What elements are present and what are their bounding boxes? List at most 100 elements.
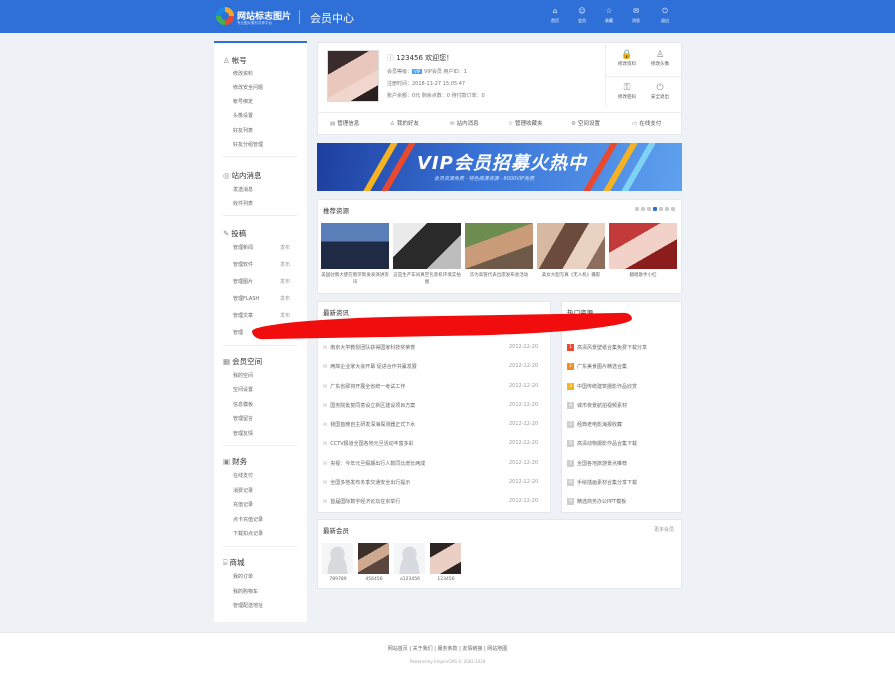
sidebar-item[interactable]: 头像设置: [233, 112, 253, 119]
news-row[interactable]: ✉ 南京大学教授团队获得国家科技奖荣誉 2012-12-20: [323, 344, 545, 351]
sidebar-item[interactable]: 好友列表: [233, 127, 253, 134]
avatar[interactable]: [327, 50, 379, 102]
rank-badge: 5: [567, 421, 574, 428]
more-visitors-link[interactable]: 更多会员: [654, 526, 674, 533]
news-row[interactable]: ✉ 两岸企业家大会开幕 促进合作共赢发展 2012-12-20: [323, 363, 545, 370]
hot-row[interactable]: 7 全国各地旅游景点推荐: [567, 460, 677, 467]
visitor-avatar[interactable]: [358, 543, 389, 574]
news-row[interactable]: ✉ 广东省即将开展全省统一考试工作 2012-12-20: [323, 383, 545, 390]
sidebar-item[interactable]: 发送消息: [233, 186, 253, 193]
sidebar-item[interactable]: 管理软件: [233, 261, 253, 268]
recommend-caption[interactable]: 这是生产车间真空包装机环境实拍图: [393, 272, 461, 286]
sidebar-item[interactable]: 管理友情: [233, 430, 253, 437]
footer-links[interactable]: 网站首页 | 关于我们 | 服务条款 | 友情链接 | 网站地图: [0, 645, 895, 652]
sidebar-item[interactable]: 下载扣点记录: [233, 530, 263, 537]
nav-messages[interactable]: ✉ 消息: [624, 7, 648, 24]
visitor-avatar[interactable]: [322, 543, 353, 574]
sidebar-item[interactable]: 管理配送地址: [233, 602, 263, 609]
sidebar-publish-link[interactable]: 发布: [280, 312, 290, 319]
recommend-caption[interactable]: 翻唱歌手小红: [609, 272, 677, 279]
hot-row[interactable]: 9 精选商务办公PPT模板: [567, 498, 677, 505]
carousel-dot[interactable]: [635, 207, 639, 211]
sidebar-item[interactable]: 消费记录: [233, 487, 253, 494]
my-friends-button[interactable]: ♙ 我的好友: [390, 119, 419, 127]
sidebar-item[interactable]: 帐号绑定: [233, 98, 253, 105]
carousel-dot[interactable]: [671, 207, 675, 211]
hot-row[interactable]: 5 经典老电影海报收藏: [567, 421, 677, 428]
recommend-photo[interactable]: [537, 223, 605, 269]
sidebar-item[interactable]: 管理新闻: [233, 244, 253, 251]
hot-row[interactable]: 6 高清动物摄影作品合集下载: [567, 440, 677, 447]
sidebar-publish-link[interactable]: 发布: [280, 295, 290, 302]
carousel-dot[interactable]: [641, 207, 645, 211]
sidebar-publish-link[interactable]: 发布: [280, 244, 290, 251]
visitor-name[interactable]: a123456: [391, 577, 429, 582]
sidebar-item[interactable]: 我的购物车: [233, 588, 258, 595]
edit-avatar-button[interactable]: ♙ 修改头像: [638, 50, 682, 67]
sidebar-item[interactable]: 在线支付: [233, 472, 253, 479]
hot-row[interactable]: 3 中国传统建筑摄影作品欣赏: [567, 383, 677, 390]
news-row[interactable]: ✉ 全国多地发布冬季交通安全出行提示 2012-12-20: [323, 479, 545, 486]
hot-row[interactable]: 1 高清风景壁纸合集免费下载分享: [567, 344, 677, 351]
site-logo[interactable]: [216, 7, 234, 25]
carousel-dot[interactable]: [665, 207, 669, 211]
sidebar-item[interactable]: 好友分组管理: [233, 141, 263, 148]
nav-member[interactable]: ☺ 会员: [570, 7, 594, 24]
sidebar-item[interactable]: 充值记录: [233, 501, 253, 508]
sidebar-item[interactable]: 点卡充值记录: [233, 516, 263, 523]
visitor-name[interactable]: 123456: [427, 577, 465, 582]
visitor-name[interactable]: 789789: [319, 577, 357, 582]
nav-logout[interactable]: ⏻ 退出: [653, 7, 677, 24]
recommend-photo[interactable]: [609, 223, 677, 269]
user-greeting: ⓘ 123456 欢迎您！: [387, 54, 454, 62]
manage-favorites-button[interactable]: ☆ 管理收藏夹: [508, 119, 542, 127]
news-row[interactable]: ✉ 央视：今年元旦假期出行人数同比增长两成 2012-12-20: [323, 460, 545, 467]
hot-row[interactable]: 2 广东美食图片精选合集: [567, 363, 677, 370]
recommend-caption[interactable]: 华为高管代表出席发布会活动: [465, 272, 533, 279]
sidebar-item[interactable]: 管理图片: [233, 278, 253, 285]
sidebar-item[interactable]: 空间设置: [233, 386, 253, 393]
sidebar-publish-link[interactable]: 发布: [280, 261, 290, 268]
rank-badge: 3: [567, 383, 574, 390]
sidebar-item[interactable]: 管理: [233, 329, 243, 336]
rank-badge: 7: [567, 460, 574, 467]
sidebar-item[interactable]: 我的空间: [233, 372, 253, 379]
hot-row[interactable]: 8 手绘插画素材合集分享下载: [567, 479, 677, 486]
news-row[interactable]: ✉ 首届国际数字经济论坛在京举行 2012-12-20: [323, 498, 545, 505]
edit-icon: ✎: [223, 229, 230, 238]
sidebar-item[interactable]: 修改资料: [233, 70, 253, 77]
recommend-caption[interactable]: 美女大胆写真《无人机》摄影: [537, 272, 605, 279]
manage-info-button[interactable]: ▤ 管理信息: [330, 119, 359, 127]
recommend-photo[interactable]: [393, 223, 461, 269]
sidebar-item[interactable]: 管理留言: [233, 415, 253, 422]
sidebar-item[interactable]: 我的订单: [233, 573, 253, 580]
sidebar-item[interactable]: 修改安全问题: [233, 84, 263, 91]
visitor-name[interactable]: 456456: [355, 577, 393, 582]
recommend-caption[interactable]: 美国驻俄大使在俄罗斯发表演讲资讯: [321, 272, 389, 286]
news-row[interactable]: ✉ 我国首艘自主研发深海探测器正式下水 2012-12-20: [323, 421, 545, 428]
site-messages-button[interactable]: ✉ 站内消息: [450, 119, 479, 127]
visitor-avatar[interactable]: [430, 543, 461, 574]
space-settings-button[interactable]: ⚙ 空间设置: [571, 119, 600, 127]
recommend-photo[interactable]: [321, 223, 389, 269]
vip-banner[interactable]: VIP会员招募火热中 会员资源免费 · 特色高清资源 · 8000VIP免费: [317, 143, 682, 191]
online-pay-button[interactable]: ▭ 在线支付: [632, 119, 661, 127]
carousel-dot[interactable]: [647, 207, 651, 211]
sidebar-item[interactable]: 收件列表: [233, 200, 253, 207]
sidebar-section-publish: ✎ 投稿: [223, 229, 247, 238]
nav-home[interactable]: ⌂ 首页: [543, 7, 567, 24]
sidebar-item[interactable]: 管理文章: [233, 312, 253, 319]
nav-favorites[interactable]: ☆ 收藏: [597, 7, 621, 24]
carousel-dot-active[interactable]: [653, 207, 657, 211]
sidebar-item[interactable]: 信息模板: [233, 401, 253, 408]
safe-logout-button[interactable]: ⏻ 安全退出: [638, 83, 682, 100]
news-row[interactable]: ✉ 国务院批复同意设立新区建设项目方案 2012-12-20: [323, 402, 545, 409]
carousel-dot[interactable]: [659, 207, 663, 211]
news-row[interactable]: ✉ CCTV报道全国各地元旦活动丰富多彩 2012-12-20: [323, 440, 545, 447]
sidebar-item[interactable]: 管理FLASH: [233, 295, 259, 302]
recommend-photo[interactable]: [465, 223, 533, 269]
visitor-avatar[interactable]: [394, 543, 425, 574]
rank-badge: 4: [567, 402, 574, 409]
hot-row[interactable]: 4 城市夜景航拍视频素材: [567, 402, 677, 409]
sidebar-publish-link[interactable]: 发布: [280, 278, 290, 285]
